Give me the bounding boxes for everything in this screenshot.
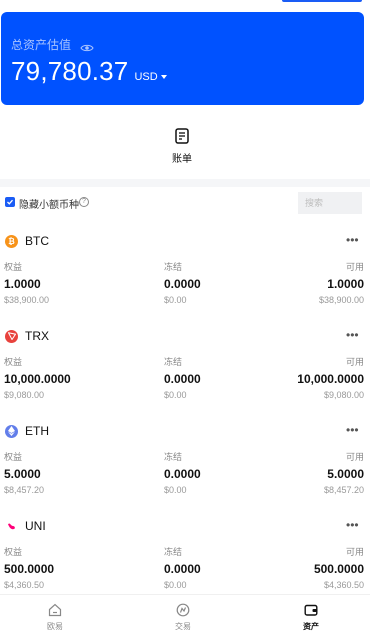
- more-icon[interactable]: •••: [346, 518, 359, 532]
- available-label: 可用: [345, 357, 364, 367]
- coin-header: TRX: [5, 329, 49, 343]
- bill-button[interactable]: 账单: [158, 128, 206, 172]
- equity-usd: $8,457.20: [4, 485, 45, 495]
- hide-small-label[interactable]: 隐藏小额币种: [19, 196, 79, 211]
- home-icon: [48, 603, 62, 617]
- currency-select[interactable]: USD: [134, 71, 167, 83]
- more-icon[interactable]: •••: [346, 233, 359, 247]
- frozen-label: 冻结: [164, 452, 183, 462]
- equity-usd: $9,080.00: [4, 390, 45, 400]
- available-usd: $38,900.00: [318, 295, 364, 305]
- equity-label: 权益: [4, 357, 23, 367]
- coin-name: ETH: [25, 424, 49, 438]
- equity-value: 10,000.0000: [4, 372, 71, 386]
- caret-down-icon: [160, 75, 167, 79]
- bottom-nav: 欧易 交易 资产: [0, 594, 370, 635]
- balance-card: 总资产估值 79,780.37 USD: [1, 12, 364, 105]
- available-label: 可用: [345, 452, 364, 462]
- frozen-column: 冻结 0.0000 $0.00: [164, 355, 201, 400]
- frozen-column: 冻结 0.0000 $0.00: [164, 260, 201, 305]
- eye-icon[interactable]: [80, 40, 94, 51]
- coin-name: UNI: [25, 519, 46, 533]
- equity-label: 权益: [4, 452, 23, 462]
- coin-name: BTC: [25, 234, 49, 248]
- equity-value: 500.0000: [4, 562, 55, 576]
- total-balance-value: 79,780.37: [11, 56, 129, 86]
- frozen-usd: $0.00: [164, 295, 187, 305]
- frozen-value: 0.0000: [164, 562, 201, 576]
- asset-item-eth[interactable]: ETH ••• 权益 5.0000 $8,457.20 冻结 0.0000 $0…: [0, 420, 370, 515]
- available-usd: $9,080.00: [323, 390, 364, 400]
- asset-item-btc[interactable]: ₿ BTC ••• 权益 1.0000 $38,900.00 冻结 0.0000…: [0, 230, 370, 325]
- frozen-column: 冻结 0.0000 $0.00: [164, 545, 201, 590]
- available-column: 可用 10,000.0000 $9,080.00: [297, 355, 364, 400]
- available-value: 10,000.0000: [297, 372, 364, 386]
- uni-logo-icon: [5, 519, 18, 533]
- frozen-label: 冻结: [164, 357, 183, 367]
- coin-header: UNI: [5, 519, 46, 533]
- more-icon[interactable]: •••: [346, 328, 359, 342]
- asset-list: ₿ BTC ••• 权益 1.0000 $38,900.00 冻结 0.0000…: [0, 230, 370, 610]
- available-label: 可用: [345, 547, 364, 557]
- trade-icon: [176, 603, 190, 617]
- asset-item-trx[interactable]: TRX ••• 权益 10,000.0000 $9,080.00 冻结 0.00…: [0, 325, 370, 420]
- balance-row: 79,780.37 USD: [11, 56, 167, 87]
- currency-label: USD: [134, 71, 158, 83]
- trx-logo-icon: [5, 329, 18, 343]
- btc-logo-icon: ₿: [5, 234, 18, 248]
- equity-label: 权益: [4, 547, 23, 557]
- available-value: 1.0000: [327, 277, 364, 291]
- nav-label: 交易: [175, 622, 191, 631]
- search-input[interactable]: [298, 192, 362, 214]
- frozen-column: 冻结 0.0000 $0.00: [164, 450, 201, 495]
- equity-usd: $38,900.00: [4, 295, 50, 305]
- frozen-label: 冻结: [164, 547, 183, 557]
- eth-logo-icon: [5, 424, 18, 438]
- more-icon[interactable]: •••: [346, 423, 359, 437]
- help-icon[interactable]: ?: [79, 197, 89, 207]
- available-value: 500.0000: [313, 562, 364, 576]
- nav-label: 资产: [303, 622, 319, 631]
- available-value: 5.0000: [327, 467, 364, 481]
- equity-column: 权益 500.0000 $4,360.50: [4, 545, 54, 590]
- section-divider: [0, 179, 370, 187]
- coin-name: TRX: [25, 329, 49, 343]
- balance-label: 总资产估值: [11, 38, 72, 52]
- balance-label-row: 总资产估值: [11, 36, 94, 53]
- hide-small-checkbox[interactable]: [5, 197, 15, 207]
- frozen-value: 0.0000: [164, 372, 201, 386]
- bill-icon: [175, 128, 189, 144]
- nav-item-trade[interactable]: 交易: [163, 603, 203, 632]
- nav-item-home[interactable]: 欧易: [35, 603, 75, 632]
- equity-label: 权益: [4, 262, 23, 272]
- top-tab-indicator: [282, 0, 362, 2]
- available-usd: $8,457.20: [323, 485, 364, 495]
- frozen-value: 0.0000: [164, 467, 201, 481]
- wallet-icon: [304, 603, 318, 617]
- frozen-value: 0.0000: [164, 277, 201, 291]
- coin-header: ETH: [5, 424, 49, 438]
- nav-label: 欧易: [47, 622, 63, 631]
- equity-column: 权益 5.0000 $8,457.20: [4, 450, 44, 495]
- bill-label: 账单: [172, 154, 192, 165]
- filter-row: 隐藏小额币种 ?: [0, 192, 370, 214]
- frozen-usd: $0.00: [164, 485, 187, 495]
- available-column: 可用 500.0000 $4,360.50: [314, 545, 364, 590]
- coin-header: ₿ BTC: [5, 234, 49, 248]
- frozen-label: 冻结: [164, 262, 183, 272]
- equity-column: 权益 1.0000 $38,900.00: [4, 260, 49, 305]
- equity-value: 5.0000: [4, 467, 41, 481]
- equity-usd: $4,360.50: [4, 580, 45, 590]
- available-column: 可用 5.0000 $8,457.20: [324, 450, 364, 495]
- equity-column: 权益 10,000.0000 $9,080.00: [4, 355, 71, 400]
- equity-value: 1.0000: [4, 277, 41, 291]
- nav-item-assets[interactable]: 资产: [291, 603, 331, 632]
- frozen-usd: $0.00: [164, 580, 187, 590]
- available-usd: $4,360.50: [323, 580, 364, 590]
- available-label: 可用: [345, 262, 364, 272]
- frozen-usd: $0.00: [164, 390, 187, 400]
- available-column: 可用 1.0000 $38,900.00: [319, 260, 364, 305]
